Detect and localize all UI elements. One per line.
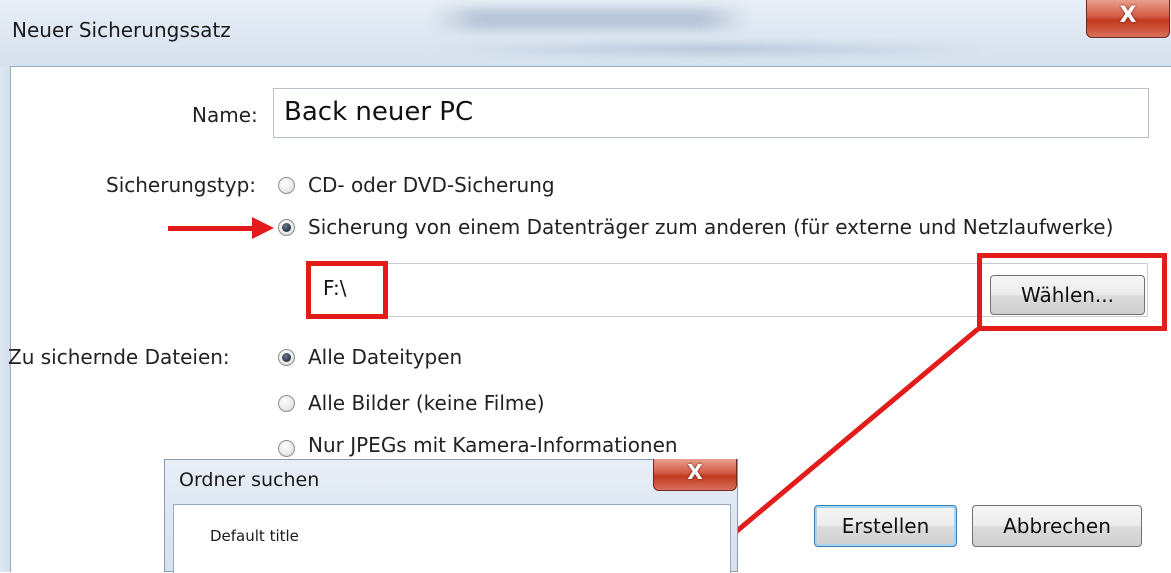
folder-dialog-body-text: Default title: [210, 527, 299, 545]
radio-all-file-types[interactable]: [278, 349, 295, 366]
radio-all-file-types-label[interactable]: Alle Dateitypen: [308, 345, 462, 369]
backup-type-label: Sicherungstyp:: [106, 173, 257, 197]
radio-disk-to-disk[interactable]: [278, 219, 295, 236]
radio-cd-dvd[interactable]: [278, 177, 295, 194]
create-button[interactable]: Erstellen: [814, 505, 957, 547]
radio-all-images[interactable]: [278, 395, 295, 412]
blurred-background-strip: [430, 44, 990, 54]
window-titlebar: Neuer Sicherungssatz X: [0, 0, 1171, 66]
radio-disk-to-disk-label[interactable]: Sicherung von einem Datenträger zum ande…: [308, 215, 1113, 239]
radio-jpeg-camera[interactable]: [278, 440, 295, 457]
radio-all-images-label[interactable]: Alle Bilder (keine Filme): [308, 391, 545, 415]
annotation-arrow-head: [252, 217, 274, 239]
name-label: Name:: [192, 103, 258, 127]
folder-dialog-title: Ordner suchen: [179, 469, 320, 491]
radio-cd-dvd-label[interactable]: CD- oder DVD-Sicherung: [308, 173, 555, 197]
close-icon: X: [1119, 3, 1137, 28]
window-frame-left: [0, 66, 11, 572]
window-title: Neuer Sicherungssatz: [12, 18, 231, 42]
close-icon: X: [687, 460, 703, 484]
annotation-box-choose: [977, 253, 1167, 331]
name-input[interactable]: Back neuer PC: [273, 88, 1149, 138]
window-close-button[interactable]: X: [1086, 0, 1170, 38]
annotation-box-path: [306, 261, 388, 319]
cancel-button[interactable]: Abbrechen: [972, 505, 1142, 547]
folder-dialog-body: Default title: [173, 504, 731, 573]
radio-jpeg-camera-label[interactable]: Nur JPEGs mit Kamera-Informationen: [308, 433, 678, 457]
folder-browse-dialog: Ordner suchen X Default title: [164, 459, 738, 573]
files-to-backup-label: Zu sichernde Dateien:: [8, 345, 230, 369]
blurred-background-title: [430, 8, 750, 30]
annotation-arrow-shaft: [168, 226, 258, 231]
folder-dialog-close-button[interactable]: X: [653, 459, 737, 491]
